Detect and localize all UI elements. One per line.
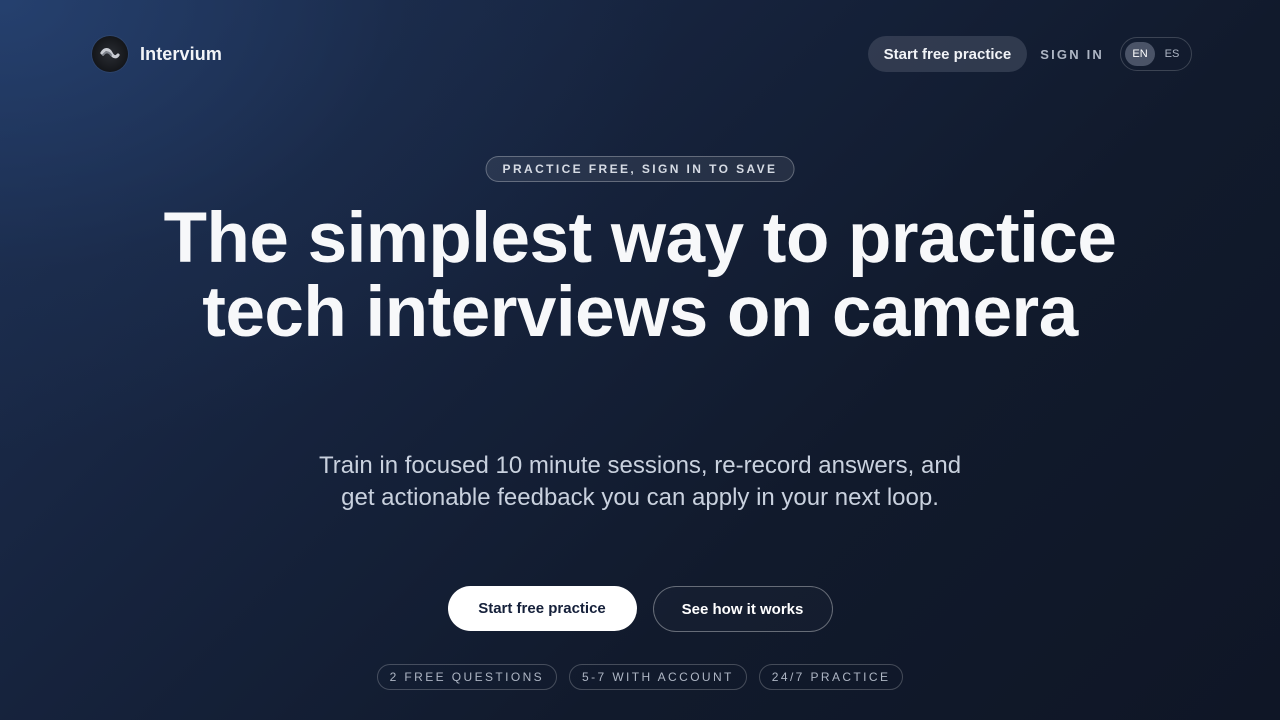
header-nav: Start free practice SIGN IN EN ES bbox=[867, 36, 1192, 72]
feature-chip: 24/7 PRACTICE bbox=[758, 664, 904, 690]
hero-headline: The simplest way to practice tech interv… bbox=[163, 199, 1117, 352]
hero-badge: PRACTICE FREE, SIGN IN TO SAVE bbox=[485, 156, 795, 182]
language-option-es[interactable]: ES bbox=[1157, 42, 1187, 66]
feature-chips: 2 FREE QUESTIONS 5-7 WITH ACCOUNT 24/7 P… bbox=[0, 664, 1280, 690]
intervium-logo-icon bbox=[92, 36, 128, 72]
landing-page: Intervium Start free practice SIGN IN EN… bbox=[0, 0, 1280, 720]
start-free-practice-button[interactable]: Start free practice bbox=[447, 586, 637, 631]
see-how-it-works-button[interactable]: See how it works bbox=[652, 586, 833, 632]
brand[interactable]: Intervium bbox=[92, 36, 222, 72]
header-start-practice-button[interactable]: Start free practice bbox=[867, 36, 1028, 72]
site-header: Intervium Start free practice SIGN IN EN… bbox=[92, 36, 1192, 72]
brand-name: Intervium bbox=[140, 43, 222, 64]
hero-cta-group: Start free practice See how it works bbox=[0, 586, 1280, 632]
feature-chip: 5-7 WITH ACCOUNT bbox=[569, 664, 747, 690]
feature-chip: 2 FREE QUESTIONS bbox=[376, 664, 558, 690]
language-toggle: EN ES bbox=[1120, 37, 1192, 71]
hero-subtitle: Train in focused 10 minute sessions, re-… bbox=[318, 452, 962, 511]
language-option-en[interactable]: EN bbox=[1125, 42, 1155, 66]
sign-in-link[interactable]: SIGN IN bbox=[1040, 47, 1104, 62]
